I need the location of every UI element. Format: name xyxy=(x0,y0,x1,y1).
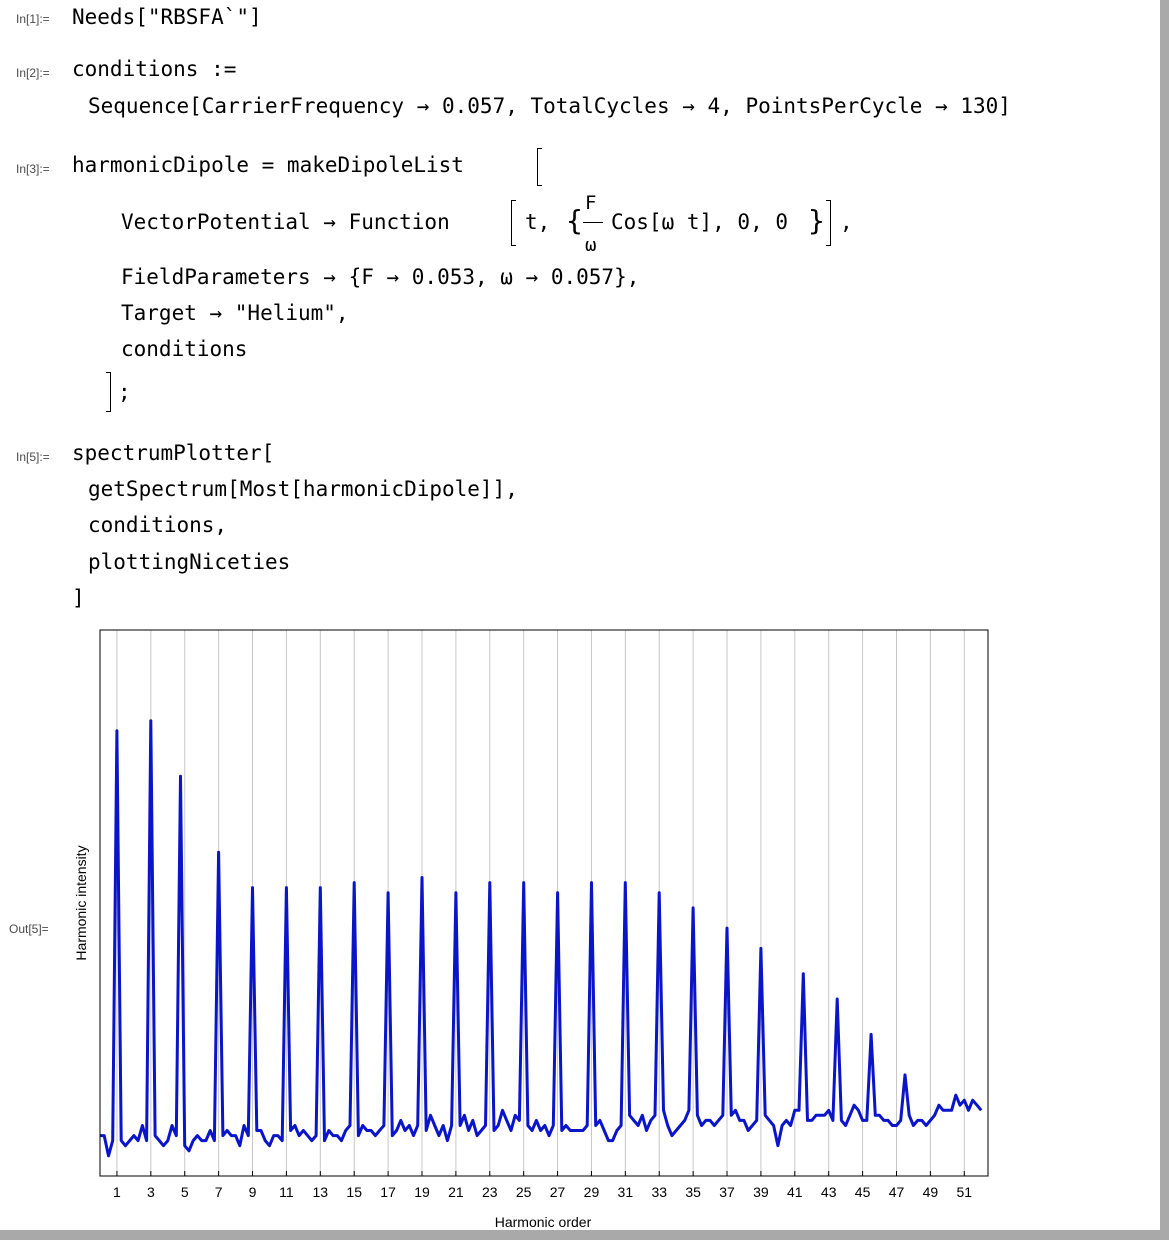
plot-frame xyxy=(99,629,989,1177)
x-tick-label: 17 xyxy=(380,1184,396,1200)
x-tick-label: 7 xyxy=(215,1184,223,1200)
x-tick-label: 1 xyxy=(113,1184,121,1200)
notebook: In[1]:= Needs["RBSFA`"] In[2]:= conditio… xyxy=(0,0,1160,1230)
spectrum-plot: 1 3 5 7 9 11 13 15 17 19 21 23 25 27 29 31 33 35 37 39 41 43 4… xyxy=(73,629,989,1230)
x-tick-label: 43 xyxy=(821,1184,837,1200)
x-axis-label: Harmonic order xyxy=(495,1214,592,1230)
x-tick-label: 13 xyxy=(313,1184,329,1200)
x-tick-label: 45 xyxy=(855,1184,871,1200)
x-tick-label: 49 xyxy=(923,1184,939,1200)
x-tick-label: 3 xyxy=(147,1184,155,1200)
x-tick-label: 27 xyxy=(550,1184,566,1200)
x-tick-label: 37 xyxy=(719,1184,735,1200)
spectrum-line xyxy=(100,719,983,1158)
x-tick-label: 35 xyxy=(685,1184,701,1200)
y-axis-label: Harmonic intensity xyxy=(73,845,89,960)
x-tick-label: 51 xyxy=(956,1184,972,1200)
x-tick-label: 15 xyxy=(346,1184,362,1200)
x-tick-label: 11 xyxy=(279,1184,294,1200)
x-tick-label: 29 xyxy=(584,1184,600,1200)
grid-lines xyxy=(116,630,965,1176)
x-tick-label: 39 xyxy=(753,1184,769,1200)
x-tick-label: 41 xyxy=(787,1184,803,1200)
x-tick-label: 25 xyxy=(516,1184,532,1200)
x-tick-label: 19 xyxy=(414,1184,430,1200)
x-tick-label: 33 xyxy=(651,1184,667,1200)
x-tick-label: 9 xyxy=(249,1184,257,1200)
x-tick-label: 5 xyxy=(181,1184,189,1200)
x-tick-labels: 1 3 5 7 9 11 13 15 17 19 21 23 25 27 29 31 33 35 37 39 41 43 4… xyxy=(113,1171,972,1200)
x-tick-label: 47 xyxy=(889,1184,905,1200)
x-tick-label: 23 xyxy=(482,1184,498,1200)
x-tick-label: 31 xyxy=(618,1184,634,1200)
x-tick-label: 21 xyxy=(448,1184,464,1200)
